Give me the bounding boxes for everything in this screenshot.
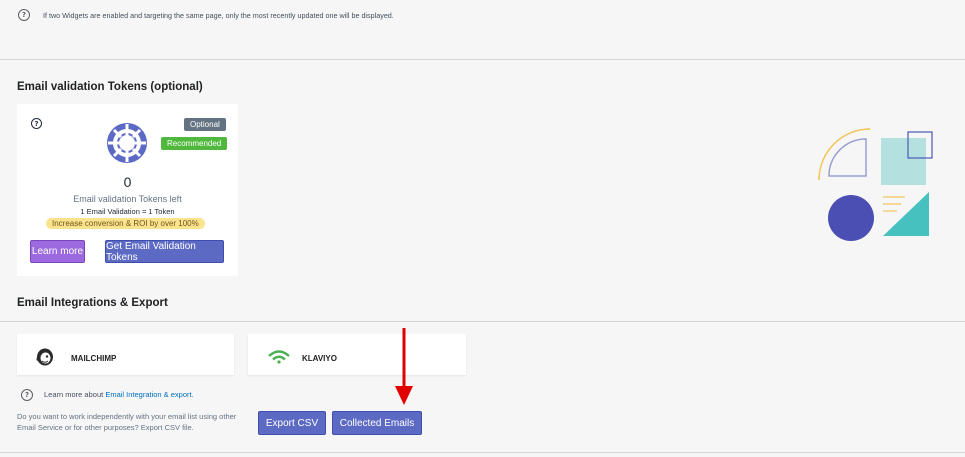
tokens-count-label: Email validation Tokens left bbox=[73, 194, 182, 204]
recommended-badge: Recommended bbox=[161, 137, 228, 150]
learn-more-button[interactable]: Learn more bbox=[30, 240, 85, 263]
mailchimp-card[interactable]: MAILCHIMP bbox=[17, 334, 234, 375]
learn-prefix: Learn more about bbox=[44, 390, 104, 399]
divider-top bbox=[0, 59, 965, 60]
klaviyo-label: KLAVIYO bbox=[302, 354, 337, 363]
tokens-count: 0 bbox=[123, 174, 132, 190]
mailchimp-label: MAILCHIMP bbox=[71, 354, 117, 363]
lifebuoy-icon bbox=[107, 123, 147, 163]
tokens-card: ? Optional Recommended 0 Email validatio… bbox=[17, 104, 238, 276]
token-rate-text: 1 Email Validation = 1 Token bbox=[80, 207, 175, 216]
divider-integrations bbox=[0, 321, 965, 322]
collected-emails-button[interactable]: Collected Emails bbox=[332, 411, 422, 435]
mailchimp-icon bbox=[36, 348, 53, 366]
integration-export-link[interactable]: Email Integration & export. bbox=[105, 390, 193, 399]
annotation-arrow bbox=[395, 328, 413, 405]
question-circle-icon[interactable]: ? bbox=[18, 9, 30, 21]
integrations-section-title: Email Integrations & Export bbox=[17, 297, 168, 309]
get-tokens-button[interactable]: Get Email Validation Tokens bbox=[105, 240, 224, 263]
question-circle-icon[interactable]: ? bbox=[31, 118, 42, 129]
widget-notice-text: If two Widgets are enabled and targeting… bbox=[43, 11, 394, 20]
export-description: Do you want to work independently with y… bbox=[17, 412, 237, 432]
decorative-illustration bbox=[818, 128, 933, 241]
optional-badge: Optional bbox=[184, 118, 226, 131]
divider-bottom bbox=[0, 452, 965, 453]
klaviyo-icon bbox=[268, 350, 290, 364]
integration-learn-text: Learn more about Email Integration & exp… bbox=[44, 390, 194, 399]
question-circle-icon[interactable]: ? bbox=[21, 389, 33, 401]
promo-pill: Increase conversion & ROI by over 100% bbox=[46, 218, 205, 229]
klaviyo-card[interactable]: KLAVIYO bbox=[248, 334, 466, 375]
export-csv-button[interactable]: Export CSV bbox=[258, 411, 326, 435]
tokens-section-title: Email validation Tokens (optional) bbox=[17, 81, 203, 93]
